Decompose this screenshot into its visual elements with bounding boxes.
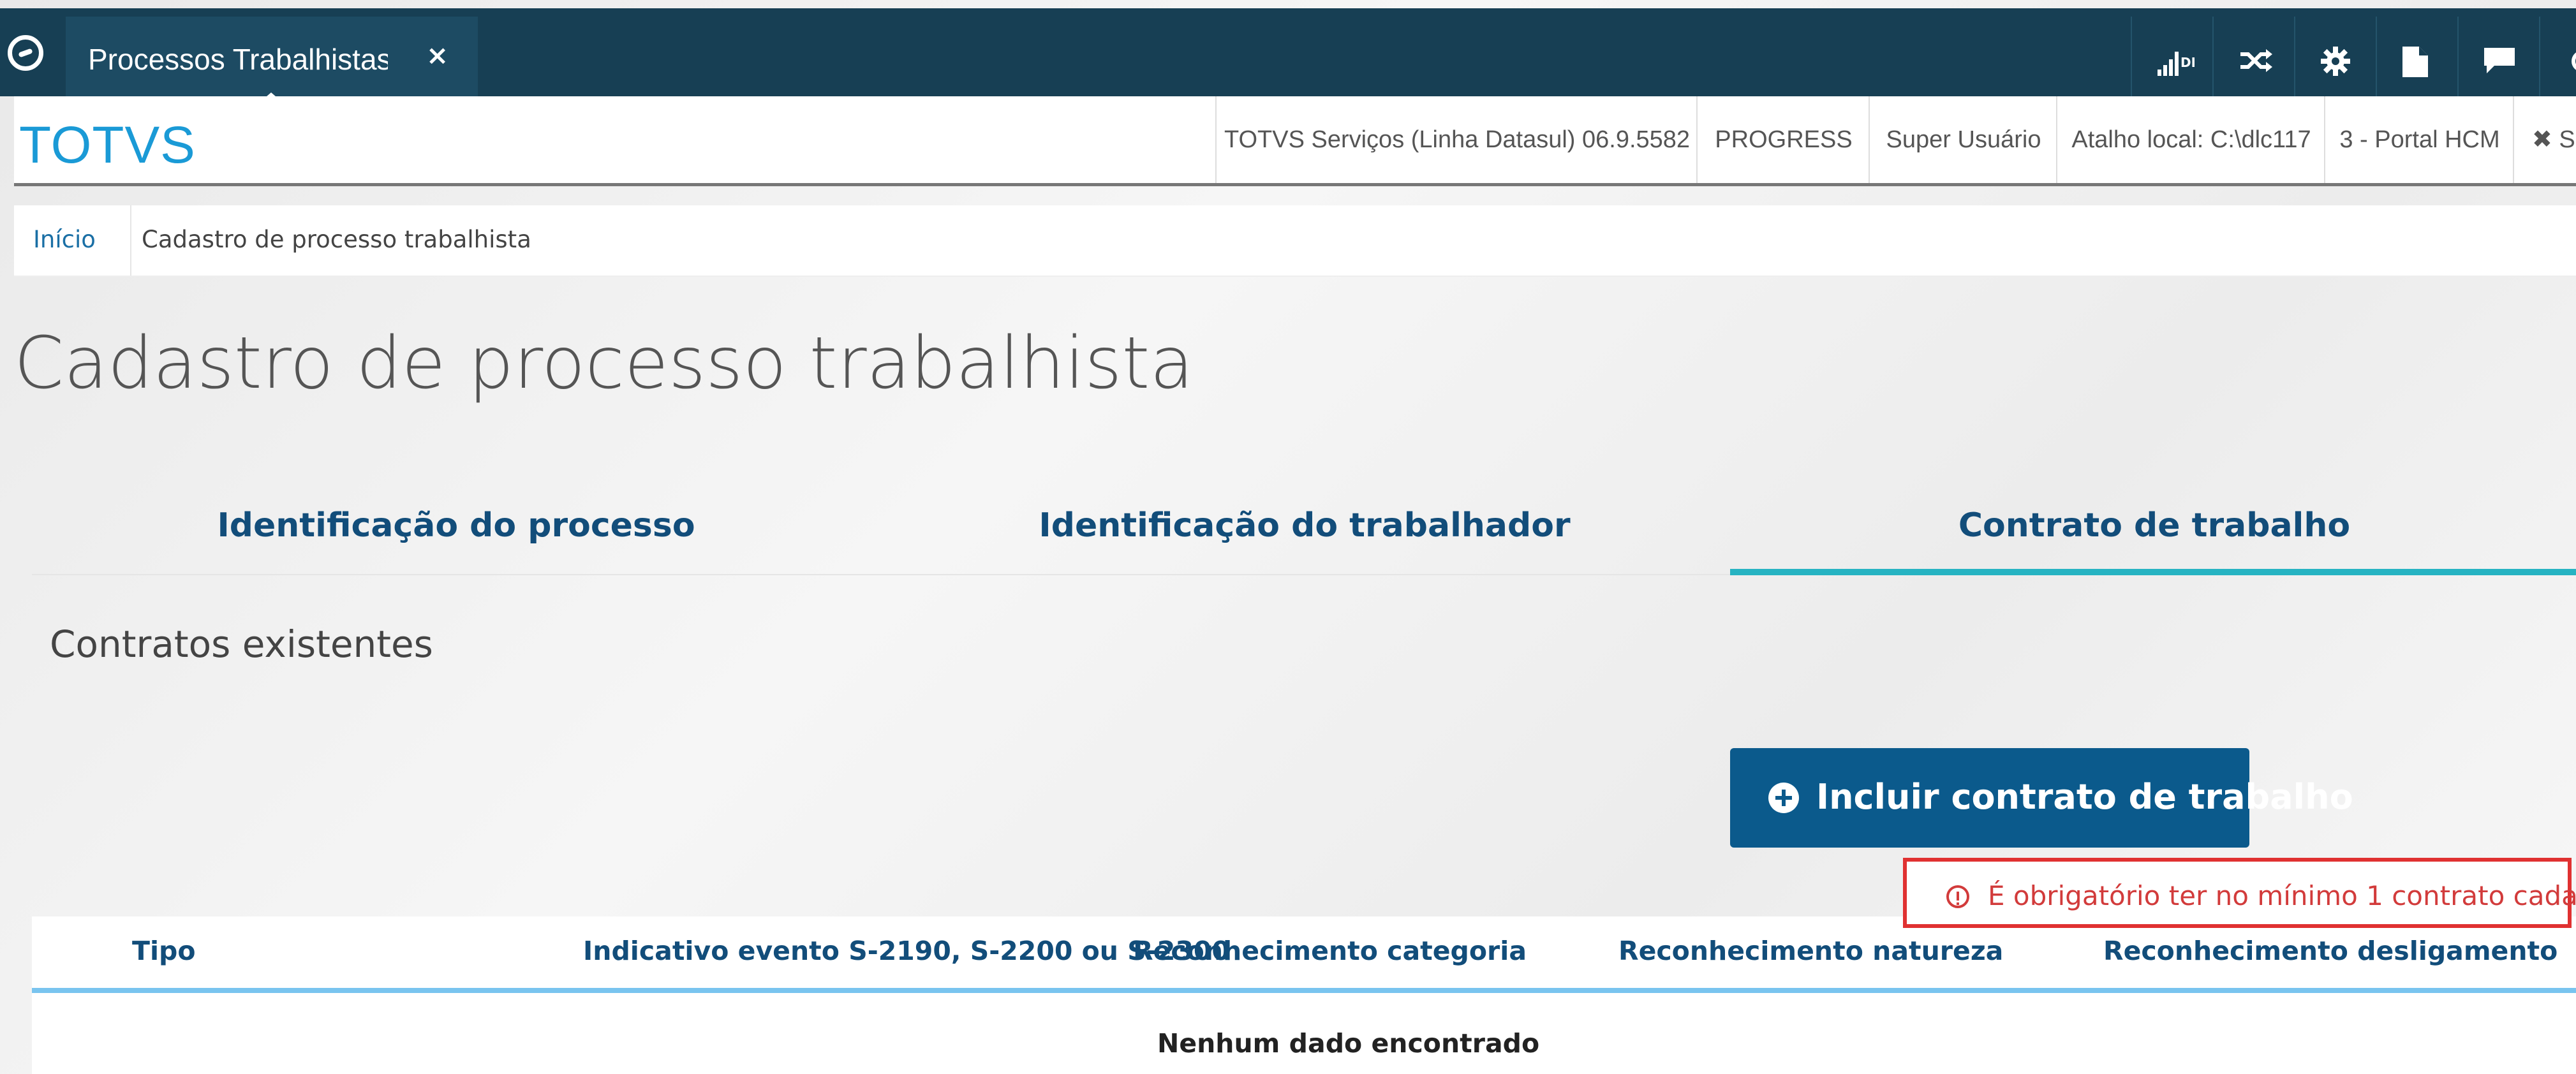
chat-button[interactable] <box>2457 17 2540 105</box>
top-bar: Processos Trabalhistas × DI <box>0 8 2576 105</box>
overflow-button[interactable] <box>2539 17 2576 105</box>
breadcrumb-home-link[interactable]: Início <box>33 226 96 253</box>
open-app-tab[interactable]: Processos Trabalhistas × <box>66 17 478 105</box>
add-contract-button-label: Incluir contrato de trabalho <box>1816 777 2353 817</box>
database-info[interactable]: PROGRESS <box>1696 96 1870 183</box>
portal-info[interactable]: 3 - Portal HCM <box>2324 96 2514 183</box>
company-info[interactable]: TOTVS Serviços (Linha Datasul) 06.9.5582 <box>1215 96 1698 183</box>
signal-icon: DI <box>2158 52 2195 76</box>
breadcrumb-separator <box>112 205 131 276</box>
shuffle-icon <box>2240 49 2272 72</box>
validation-error-text: É obrigatório ter no mínimo 1 contrato c… <box>1988 880 2576 911</box>
step-tabs: Identificação do processo Identificação … <box>32 490 2576 575</box>
error-info-icon <box>1946 885 1969 908</box>
breadcrumb: Início Cadastro de processo trabalhista <box>14 205 2576 277</box>
close-tab-icon[interactable]: × <box>426 40 448 71</box>
shuffle-button[interactable] <box>2212 17 2295 105</box>
signal-button[interactable]: DI <box>2131 17 2214 105</box>
signal-badge: DI <box>2180 55 2195 70</box>
gear-icon <box>2321 47 2350 76</box>
contracts-table-header: Tipo Indicativo evento S-2190, S-2200 ou… <box>32 916 2576 993</box>
contracts-table-body: Nenhum dado encontrado <box>32 993 2576 1074</box>
header-bar: TOTVS TOTVS Serviços (Linha Datasul) 06.… <box>14 96 2576 186</box>
empty-table-message: Nenhum dado encontrado <box>1157 1028 1540 1059</box>
document-button[interactable] <box>2376 17 2459 105</box>
settings-button[interactable] <box>2294 17 2377 105</box>
validation-error: É obrigatório ter no mínimo 1 contrato c… <box>1903 858 2576 928</box>
breadcrumb-current: Cadastro de processo trabalhista <box>142 226 531 253</box>
exit-button[interactable]: ✖ S <box>2513 96 2576 183</box>
column-header-natureza[interactable]: Reconhecimento natureza <box>1618 936 2003 966</box>
add-contract-button[interactable]: Incluir contrato de trabalho <box>1730 748 2353 848</box>
user-info[interactable]: Super Usuário <box>1869 96 2057 183</box>
shortcut-info[interactable]: Atalho local: C:\dlc117 <box>2056 96 2325 183</box>
column-header-tipo[interactable]: Tipo <box>132 936 196 966</box>
tab-identificacao-trabalhador[interactable]: Identificação do trabalhador <box>880 490 1729 574</box>
plus-circle-icon <box>1768 783 1799 813</box>
partial-icon <box>2572 52 2576 70</box>
tab-contrato-trabalho[interactable]: Contrato de trabalho <box>1730 490 2576 575</box>
column-header-desligamento[interactable]: Reconhecimento desligamento <box>2103 936 2557 966</box>
section-title: Contratos existentes <box>50 622 433 666</box>
document-icon <box>2402 47 2428 77</box>
tab-identificacao-processo[interactable]: Identificação do processo <box>32 490 880 574</box>
chat-icon <box>2484 48 2515 73</box>
app-logo-icon[interactable] <box>8 35 43 71</box>
brand-logo: TOTVS <box>19 116 196 174</box>
open-app-tab-title: Processos Trabalhistas <box>88 43 388 76</box>
page-title: Cadastro de processo trabalhista <box>14 322 1194 405</box>
column-header-categoria[interactable]: Reconhecimento categoria <box>1133 936 1527 966</box>
